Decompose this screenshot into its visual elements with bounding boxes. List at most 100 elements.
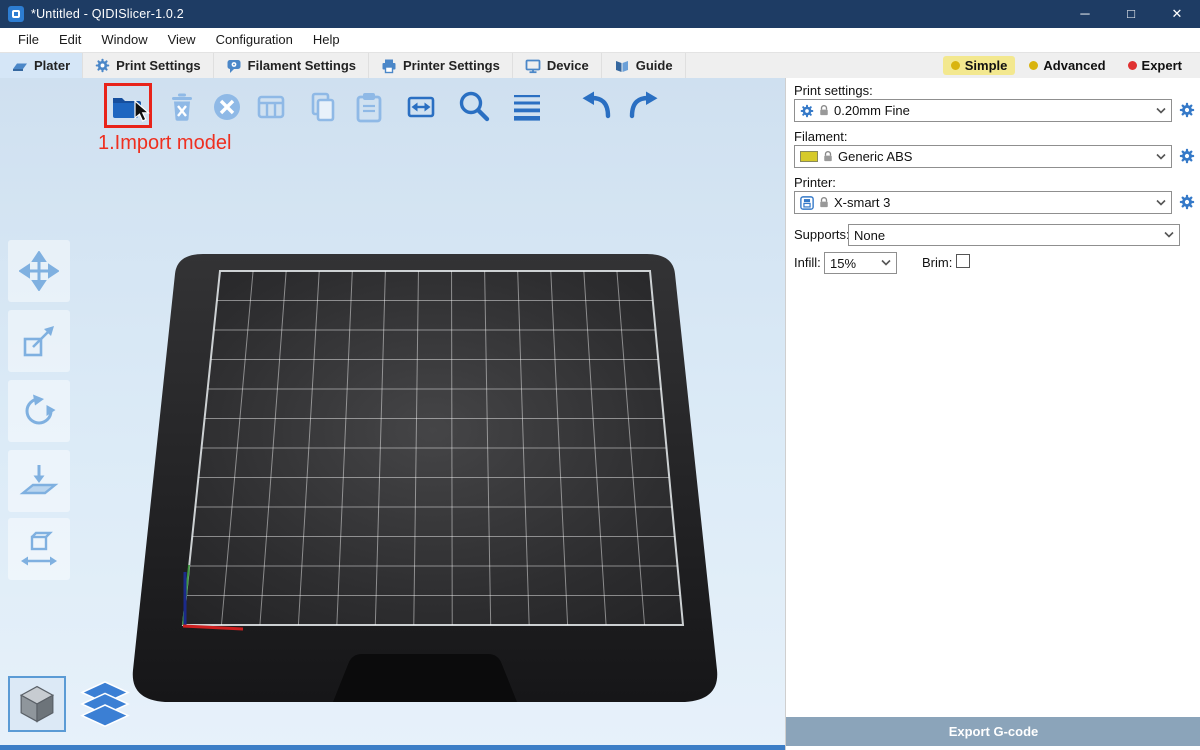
tab-device[interactable]: Device [513, 53, 602, 78]
filament-select[interactable]: Generic ABS [794, 145, 1172, 168]
mode-expert[interactable]: Expert [1120, 56, 1190, 75]
lock-icon [819, 196, 829, 209]
menu-configuration[interactable]: Configuration [206, 28, 303, 52]
tab-guide-label: Guide [636, 58, 673, 73]
layer-lines-icon [509, 89, 545, 125]
arrange-button[interactable] [252, 88, 290, 126]
brim-label: Brim: [922, 255, 952, 270]
close-button[interactable]: ✕ [1154, 0, 1200, 28]
printer-icon [381, 58, 397, 74]
printer-select[interactable]: X-smart 3 [794, 191, 1172, 214]
menu-help[interactable]: Help [303, 28, 350, 52]
filament-label: Filament: [794, 129, 847, 144]
delete-all-button[interactable] [208, 88, 246, 126]
window-title: *Untitled - QIDISlicer-1.0.2 [31, 7, 184, 21]
print-settings-value: 0.20mm Fine [834, 103, 910, 118]
simple-mode-dot-icon [951, 61, 960, 70]
mode-simple-label: Simple [965, 58, 1008, 73]
search-button[interactable] [455, 88, 493, 126]
measure-icon [19, 529, 59, 569]
print-bed [125, 246, 725, 716]
mode-expert-label: Expert [1142, 58, 1182, 73]
maximize-button[interactable]: □ [1108, 0, 1154, 28]
lock-icon [823, 150, 833, 163]
tab-device-label: Device [547, 58, 589, 73]
filament-gear-button[interactable] [1179, 148, 1195, 164]
scale-tool[interactable] [8, 310, 70, 372]
tab-printer-settings-label: Printer Settings [403, 58, 500, 73]
printer-gear-button[interactable] [1179, 194, 1195, 210]
printer-icon [800, 196, 814, 210]
menu-file[interactable]: File [8, 28, 49, 52]
layers-stack-icon [80, 680, 130, 730]
print-settings-label: Print settings: [794, 83, 873, 98]
brim-checkbox[interactable] [956, 254, 970, 268]
print-settings-select[interactable]: 0.20mm Fine [794, 99, 1172, 122]
plater-icon [12, 58, 28, 74]
tab-plater[interactable]: Plater [0, 53, 83, 78]
move-tool[interactable] [8, 240, 70, 302]
measure-tool[interactable] [8, 518, 70, 580]
minimize-button[interactable]: ─ [1062, 0, 1108, 28]
tabbar: Plater Print Settings Filament Settings … [0, 52, 1200, 78]
chevron-down-icon [1164, 232, 1174, 239]
redo-button[interactable] [624, 88, 662, 126]
trash-icon [164, 89, 200, 125]
window-controls: ─ □ ✕ [1062, 0, 1200, 28]
preview-button[interactable] [78, 678, 132, 732]
tab-guide[interactable]: Guide [602, 53, 686, 78]
mouse-cursor-icon [134, 100, 152, 129]
menubar: File Edit Window View Configuration Help [0, 28, 1200, 52]
place-on-face-tool[interactable] [8, 450, 70, 512]
mode-advanced[interactable]: Advanced [1021, 56, 1113, 75]
viewport-bottom-bar [0, 745, 785, 750]
paste-icon [351, 89, 387, 125]
copy-icon [305, 89, 341, 125]
supports-label: Supports: [794, 227, 850, 242]
split-objects-icon [403, 89, 439, 125]
paste-button[interactable] [350, 88, 388, 126]
tab-print-settings-label: Print Settings [116, 58, 201, 73]
annotation-import-model: 1.Import model [98, 132, 231, 155]
copy-button[interactable] [304, 88, 342, 126]
circle-x-icon [209, 89, 245, 125]
undo-button[interactable] [578, 88, 616, 126]
viewport-3d[interactable]: 1.Import model [0, 78, 785, 750]
delete-button[interactable] [163, 88, 201, 126]
export-gcode-button[interactable]: Export G-code [786, 717, 1200, 746]
menu-window[interactable]: Window [91, 28, 157, 52]
split-objects-button[interactable] [402, 88, 440, 126]
titlebar: *Untitled - QIDISlicer-1.0.2 ─ □ ✕ [0, 0, 1200, 28]
chevron-down-icon [1156, 199, 1166, 206]
mode-simple[interactable]: Simple [943, 56, 1016, 75]
tab-printer-settings[interactable]: Printer Settings [369, 53, 513, 78]
menu-view[interactable]: View [158, 28, 206, 52]
printer-value: X-smart 3 [834, 195, 890, 210]
printer-label: Printer: [794, 175, 836, 190]
tab-filament-settings-label: Filament Settings [248, 58, 356, 73]
move-icon [19, 251, 59, 291]
redo-icon [625, 89, 661, 125]
editor-view-button[interactable] [8, 676, 66, 732]
variable-layer-height-button[interactable] [508, 88, 546, 126]
search-icon [456, 89, 492, 125]
guide-icon [614, 58, 630, 74]
supports-select[interactable]: None [848, 224, 1180, 246]
filament-color-swatch [800, 151, 818, 162]
rotate-tool[interactable] [8, 380, 70, 442]
gear-icon [800, 104, 814, 118]
tab-filament-settings[interactable]: Filament Settings [214, 53, 369, 78]
tab-print-settings[interactable]: Print Settings [83, 53, 214, 78]
place-on-face-icon [19, 461, 59, 501]
advanced-mode-dot-icon [1029, 61, 1038, 70]
lock-icon [819, 104, 829, 117]
infill-select[interactable]: 15% [824, 252, 897, 274]
infill-label: Infill: [794, 255, 821, 270]
supports-value: None [854, 228, 885, 243]
expert-mode-dot-icon [1128, 61, 1137, 70]
menu-edit[interactable]: Edit [49, 28, 91, 52]
app-window: *Untitled - QIDISlicer-1.0.2 ─ □ ✕ File … [0, 0, 1200, 750]
infill-value: 15% [830, 256, 856, 271]
print-settings-gear-button[interactable] [1179, 102, 1195, 118]
mode-advanced-label: Advanced [1043, 58, 1105, 73]
